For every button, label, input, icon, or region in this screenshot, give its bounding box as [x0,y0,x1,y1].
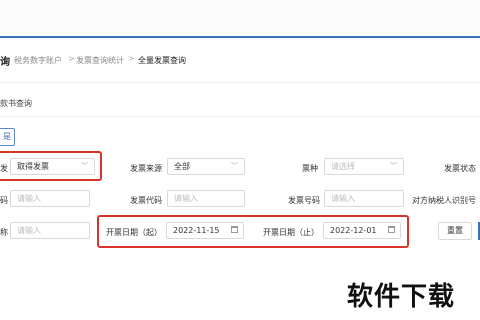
highlight-box-direction [0,151,102,181]
invoice-kind-select[interactable]: 请选择 ﹀ [324,158,404,175]
top-header-bar [0,0,480,38]
invoice-number-input[interactable]: 请输入 [10,190,90,207]
input-placeholder: 请输入 [174,194,198,203]
tab-chip[interactable]: 是 [0,128,15,146]
invoice-source-label: 发票来源 [130,164,162,173]
counterparty-name-input[interactable]: 请输入 [10,222,90,239]
breadcrumb-item-invoice-stats[interactable]: 发票查询统计 [76,55,124,66]
invoice-status-label: 发票状态 [444,164,476,173]
invoice-kind-placeholder: 请选择 [331,162,355,171]
page-title: 询 [0,57,10,68]
divider [0,116,480,117]
invoice-no-input[interactable]: 请输入 [324,190,404,207]
breadcrumb-item-tax-account[interactable]: 税务数字账户 [14,55,62,66]
section-subtitle: 款书查询 [0,99,32,108]
reset-button[interactable]: 重置 [438,222,472,240]
invoice-source-value: 全部 [174,162,190,171]
row2-cut-label: 码 [0,196,8,205]
invoice-code-input[interactable]: 请输入 [167,190,245,207]
chevron-down-icon: ﹀ [231,162,238,170]
invoice-source-select[interactable]: 全部 ﹀ [167,158,245,175]
input-placeholder: 请输入 [17,226,41,235]
counterparty-taxid-label: 对方纳税人识别号 [412,196,476,205]
chevron-down-icon: ﹀ [390,162,397,170]
invoice-kind-label: 票种 [302,164,318,173]
breadcrumb-separator: > [128,54,135,63]
breadcrumb-item-all-invoices: 全量发票查询 [138,56,186,65]
invoice-no-label: 发票号码 [288,196,320,205]
breadcrumb-separator: > [68,54,75,63]
row3-cut-label: 称 [0,228,8,237]
input-placeholder: 请输入 [331,194,355,203]
watermark: 软件下载 [347,282,456,312]
invoice-code-label: 发票代码 [130,196,162,205]
highlight-box-dates [97,215,409,248]
input-placeholder: 请输入 [17,194,41,203]
